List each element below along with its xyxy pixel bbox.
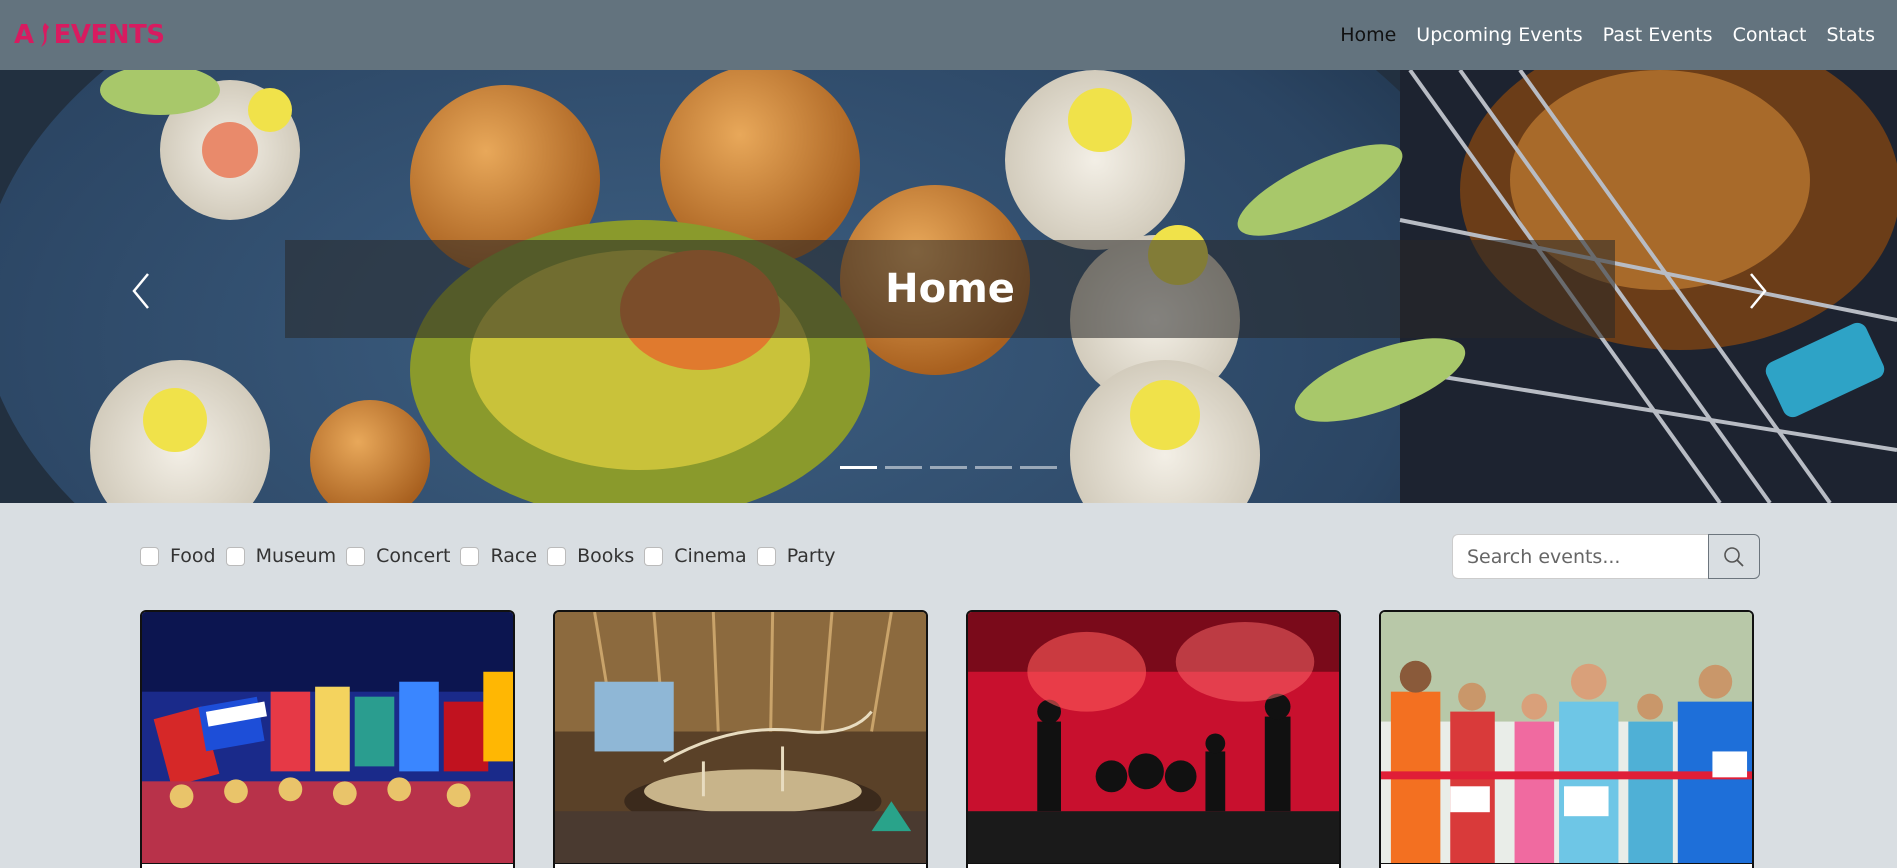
filter-party[interactable]: Party: [756, 545, 835, 567]
nav-home[interactable]: Home: [1340, 24, 1396, 46]
carousel-indicator-3[interactable]: [930, 466, 967, 469]
carousel-indicators: [840, 466, 1057, 469]
search-form: [1452, 534, 1760, 579]
marathon-finish-image: [1381, 612, 1752, 864]
event-card[interactable]: [553, 610, 928, 868]
dinosaur-museum-image: [555, 612, 926, 864]
event-card[interactable]: [140, 610, 515, 868]
carousel-indicator-2[interactable]: [885, 466, 922, 469]
event-card[interactable]: [966, 610, 1341, 868]
brand-logo[interactable]: A EVENTS: [14, 20, 165, 50]
hero-caption: Home: [285, 240, 1615, 338]
nav-stats[interactable]: Stats: [1826, 24, 1875, 46]
checkbox[interactable]: [756, 546, 776, 566]
category-filters: Food Museum Concert Race Books Cinema Pa…: [140, 545, 845, 567]
search-button[interactable]: [1708, 534, 1760, 579]
filter-museum[interactable]: Museum: [225, 545, 336, 567]
checkbox[interactable]: [225, 546, 245, 566]
filter-cinema[interactable]: Cinema: [644, 545, 747, 567]
nav-contact[interactable]: Contact: [1733, 24, 1807, 46]
carousel-indicator-1[interactable]: [840, 466, 877, 469]
checkbox[interactable]: [644, 546, 664, 566]
checkbox[interactable]: [460, 546, 480, 566]
chevron-left-icon[interactable]: [122, 266, 162, 316]
checkbox[interactable]: [140, 546, 159, 566]
checkbox[interactable]: [547, 546, 567, 566]
flame-icon: [40, 23, 49, 47]
concert-stage-image: [968, 612, 1339, 864]
navbar: A EVENTS Home Upcoming Events Past Event…: [0, 0, 1897, 70]
hero-carousel: Home: [0, 70, 1897, 503]
hero-title: Home: [885, 266, 1015, 312]
chevron-right-icon[interactable]: [1737, 266, 1777, 316]
filter-race[interactable]: Race: [460, 545, 537, 567]
brand-name: EVENTS: [53, 20, 165, 50]
search-icon: [1724, 546, 1744, 567]
festival-flags-image: [142, 612, 513, 864]
event-cards: [140, 610, 1754, 868]
carousel-indicator-5[interactable]: [1020, 466, 1057, 469]
carousel-indicator-4[interactable]: [975, 466, 1012, 469]
filter-concert[interactable]: Concert: [346, 545, 450, 567]
search-input[interactable]: [1452, 534, 1708, 579]
checkbox[interactable]: [346, 546, 366, 566]
filter-books[interactable]: Books: [547, 545, 634, 567]
nav-upcoming-events[interactable]: Upcoming Events: [1416, 24, 1582, 46]
nav-past-events[interactable]: Past Events: [1603, 24, 1713, 46]
event-card[interactable]: [1379, 610, 1754, 868]
main-nav: Home Upcoming Events Past Events Contact…: [1340, 24, 1875, 46]
filter-food[interactable]: Food: [140, 545, 216, 567]
